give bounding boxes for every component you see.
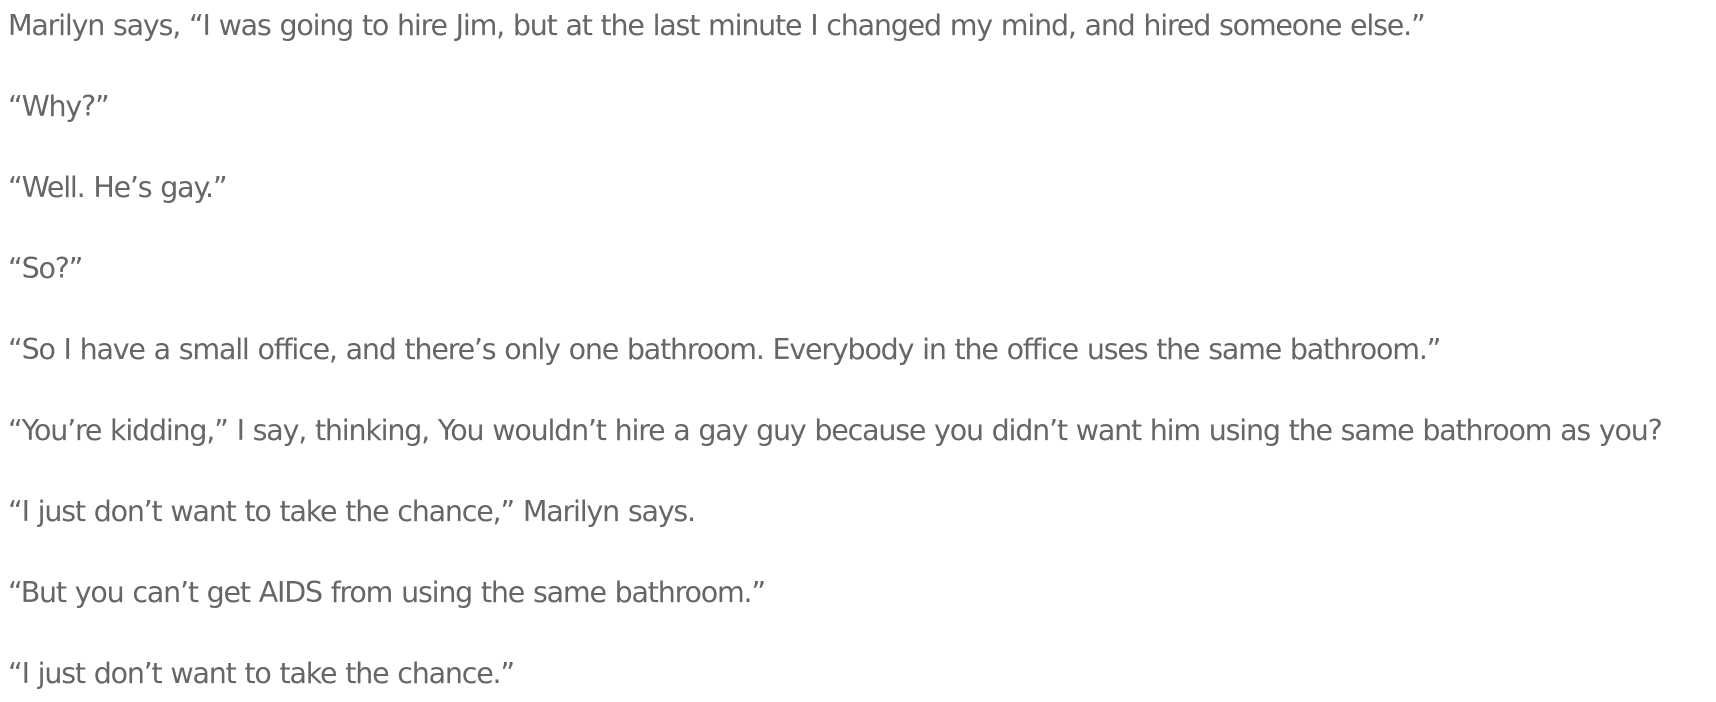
- paragraph: “But you can’t get AIDS from using the s…: [8, 576, 766, 609]
- paragraph: Marilyn says, “I was going to hire Jim, …: [8, 9, 1426, 42]
- paragraph: “I just don’t want to take the chance,” …: [8, 495, 696, 528]
- paragraph: “Why?”: [8, 90, 110, 123]
- paragraph: “Well. He’s gay.”: [8, 171, 228, 204]
- paragraph: “So I have a small office, and there’s o…: [8, 333, 1441, 366]
- paragraph: “I just don’t want to take the chance.”: [8, 657, 515, 690]
- paragraph: “So?”: [8, 252, 83, 285]
- paragraph: “You’re kidding,” I say, thinking, You w…: [8, 414, 1663, 447]
- document-body: Marilyn says, “I was going to hire Jim, …: [8, 6, 1708, 694]
